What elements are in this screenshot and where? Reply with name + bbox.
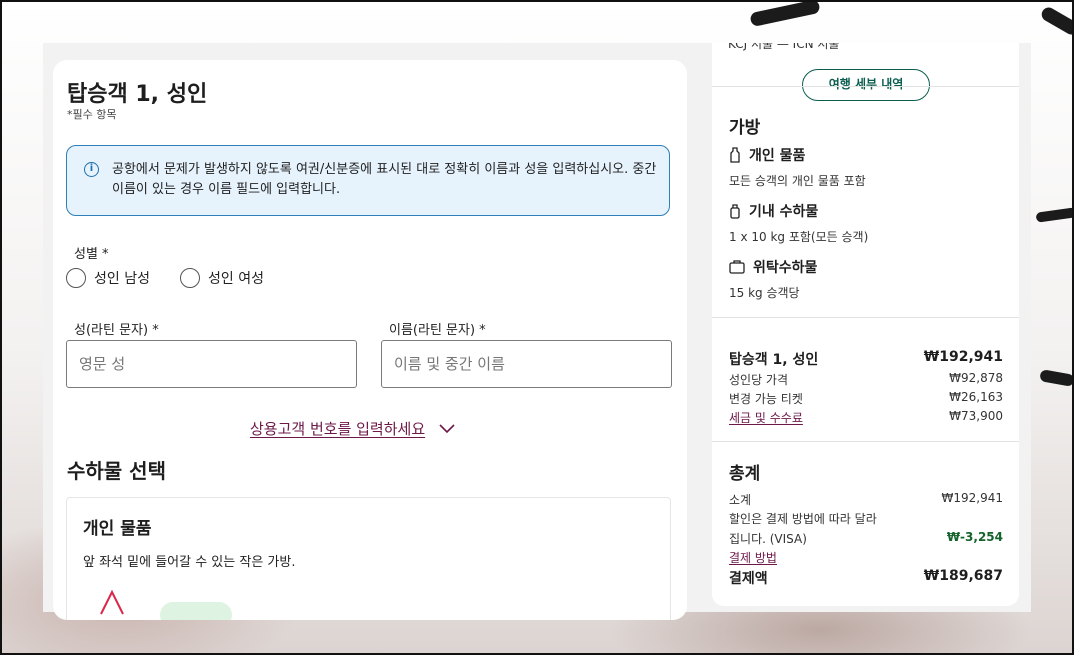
personal-item-icon — [730, 147, 740, 163]
last-name-label: 성(라틴 문자) * — [74, 323, 159, 338]
payment-method-row: 결제 방법 — [729, 549, 1003, 566]
grand-total-value: ₩189,687 — [923, 568, 1003, 584]
passenger-form-card: 탑승객 1, 성인 *필수 항목 i 공항에서 문제가 발생하지 않도록 여권/… — [53, 60, 687, 620]
trip-details-button[interactable]: 여행 세부 내역 — [802, 69, 930, 101]
price-row: 세금 및 수수료 ₩73,900 — [729, 409, 1003, 426]
totals-title: 총계 — [729, 464, 761, 484]
price-row: 성인당 가격 ₩92,878 — [729, 371, 1003, 388]
grand-total-label: 결제액 — [729, 571, 768, 587]
name-info-alert: i 공항에서 문제가 발생하지 않도록 여권/신분증에 표시된 대로 정확히 이… — [66, 145, 670, 216]
subtotal-value: ₩192,941 — [941, 491, 1004, 505]
carry-on-row: 기내 수하물 — [729, 201, 818, 221]
bag-card-title: 개인 물품 — [83, 519, 152, 539]
price-row-value: ₩92,878 — [949, 371, 1003, 385]
grand-total-row: 결제액 ₩189,687 — [729, 568, 1003, 588]
passenger-title: 탑승객 1, 성인 — [67, 82, 208, 107]
payment-method-link[interactable]: 결제 방법 — [729, 549, 777, 566]
bag-row-detail: 모든 승객의 개인 물품 포함 — [729, 174, 866, 188]
personal-item-row: 개인 물품 — [729, 145, 805, 165]
baggage-summary-title: 가방 — [729, 118, 761, 138]
frequent-flyer-link-text[interactable]: 상용고객 번호를 입력하세요 — [250, 418, 425, 439]
required-note: *필수 항목 — [67, 108, 117, 121]
subtotal-label: 소계 — [729, 493, 752, 507]
price-label: 탑승객 1, 성인 — [729, 352, 819, 368]
taxes-fees-link[interactable]: 세금 및 수수료 — [729, 409, 803, 426]
divider — [712, 86, 1019, 87]
included-badge — [160, 602, 232, 620]
subtotal-row: 소계 ₩192,941 — [729, 491, 1003, 508]
price-row: 변경 가능 티켓 ₩26,163 — [729, 390, 1003, 407]
gender-label: 성별 * — [74, 247, 109, 262]
discount-value: ₩-3,254 — [946, 530, 1003, 544]
info-icon: i — [84, 162, 99, 177]
price-value: ₩192,941 — [923, 349, 1003, 365]
radio-circle[interactable] — [66, 268, 86, 288]
bag-row-title: 위탁수하물 — [753, 260, 818, 276]
info-message: 공항에서 문제가 발생하지 않도록 여권/신분증에 표시된 대로 정확히 이름과… — [112, 162, 657, 197]
last-name-input[interactable] — [66, 340, 357, 388]
frequent-flyer-link[interactable]: 상용고객 번호를 입력하세요 — [250, 418, 455, 439]
baggage-section-title: 수하물 선택 — [67, 459, 166, 483]
checked-bag-icon — [729, 260, 745, 274]
personal-item-card[interactable]: 개인 물품 앞 좌석 밑에 들어갈 수 있는 작은 가방. — [66, 497, 671, 620]
bag-card-description: 앞 좌석 밑에 들어갈 수 있는 작은 가방. — [83, 555, 296, 570]
discount-label-line2: 집니다. (VISA) — [729, 532, 807, 546]
discount-row: 집니다. (VISA) ₩-3,254 — [729, 530, 1003, 547]
gender-option-label: 성인 여성 — [208, 271, 264, 287]
price-row-label: 변경 가능 티켓 — [729, 392, 803, 406]
booking-summary: KCJ 서울 — ICN 서울 여행 세부 내역 가방 개인 물품 모든 승객의… — [712, 43, 1019, 606]
bag-row-detail: 1 x 10 kg 포함(모든 승객) — [729, 230, 869, 244]
price-row-value: ₩73,900 — [949, 409, 1003, 423]
discount-label-line1: 할인은 결제 방법에 따라 달라 — [729, 512, 877, 526]
divider — [712, 441, 1019, 442]
personal-bag-icon — [100, 589, 124, 615]
discount-note-row: 할인은 결제 방법에 따라 달라 — [729, 510, 1003, 527]
divider — [712, 317, 1019, 318]
bag-row-title: 기내 수하물 — [749, 204, 819, 220]
bag-row-title: 개인 물품 — [749, 148, 806, 164]
gender-radio-male[interactable]: 성인 남성 — [66, 268, 150, 288]
passenger-price-total: 탑승객 1, 성인 ₩192,941 — [729, 349, 1003, 369]
chevron-down-icon[interactable] — [439, 423, 455, 434]
first-name-input[interactable] — [381, 340, 672, 388]
bag-row-detail: 15 kg 승객당 — [729, 286, 800, 300]
gender-radio-female[interactable]: 성인 여성 — [180, 268, 264, 288]
route-text: KCJ 서울 — ICN 서울 — [728, 43, 840, 51]
price-row-value: ₩26,163 — [949, 390, 1003, 404]
radio-circle[interactable] — [180, 268, 200, 288]
carry-on-icon — [730, 204, 740, 219]
checked-bag-row: 위탁수하물 — [729, 257, 817, 277]
gender-option-label: 성인 남성 — [94, 271, 150, 287]
price-row-label: 성인당 가격 — [729, 373, 789, 387]
first-name-label: 이름(라틴 문자) * — [389, 323, 486, 338]
